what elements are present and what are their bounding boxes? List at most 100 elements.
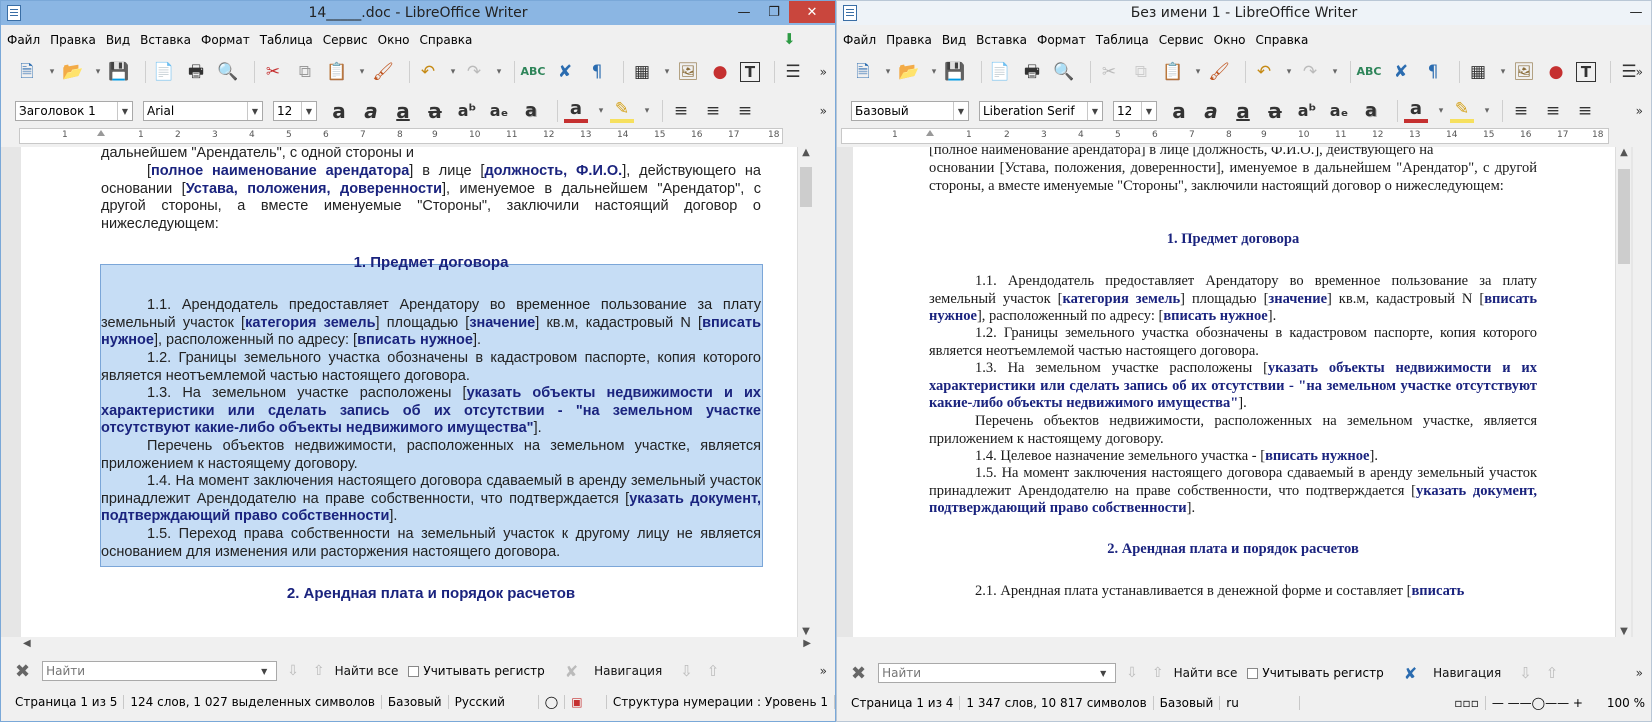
export-pdf-icon[interactable]: 📄 [152, 60, 176, 84]
insert-mode-icon[interactable]: ◯ [539, 695, 566, 709]
nav-up-icon[interactable]: ⇧ [707, 662, 720, 680]
shadow-icon[interactable]: a [1359, 99, 1383, 123]
redo-icon[interactable]: ↷ [1298, 60, 1322, 84]
scroll-up-icon[interactable]: ▲ [1616, 147, 1632, 158]
menu-table[interactable]: Таблица [1096, 33, 1149, 47]
open-icon[interactable]: 📂 [61, 60, 85, 84]
page[interactable]: [полное наименование арендатора] в лице … [853, 147, 1615, 637]
dropdown-icon[interactable]: ▾ [93, 60, 103, 84]
open-icon[interactable]: 📂 [897, 60, 921, 84]
font-name-select[interactable]: Liberation Serif ▼ [979, 101, 1103, 121]
paragraph-style-select[interactable]: Базовый ▼ [851, 101, 969, 121]
chevron-down-icon[interactable]: ▼ [247, 102, 262, 120]
menu-tools[interactable]: Сервис [323, 33, 368, 47]
match-case-checkbox[interactable] [1247, 667, 1259, 679]
toolbar-overflow-icon[interactable]: » [820, 104, 827, 118]
superscript-icon[interactable]: aᵇ [1295, 99, 1319, 123]
cut-icon[interactable]: ✂ [261, 60, 285, 84]
paste-icon[interactable]: 📋 [1161, 60, 1185, 84]
align-right-icon[interactable]: ≡ [733, 99, 757, 123]
font-color-icon[interactable]: a [1404, 98, 1428, 123]
strikethrough-icon[interactable]: a [423, 99, 447, 123]
find-previous-icon[interactable]: ⇩ [287, 663, 299, 679]
underline-icon[interactable]: a [391, 99, 415, 123]
word-count[interactable]: 124 слов, 1 027 выделенных символов [124, 695, 382, 709]
nav-down-icon[interactable]: ⇩ [1519, 664, 1532, 682]
toolbar-overflow-icon[interactable]: » [1636, 666, 1643, 680]
align-left-icon[interactable]: ≡ [669, 99, 693, 123]
bold-icon[interactable]: a [327, 99, 351, 123]
dropdown-icon[interactable]: ▾ [1482, 99, 1492, 123]
menu-insert[interactable]: Вставка [140, 33, 191, 47]
menu-file[interactable]: Файл [843, 33, 876, 47]
minimize-button[interactable]: — [729, 1, 759, 23]
formatting-marks-icon[interactable]: ¶ [585, 60, 609, 84]
chevron-down-icon[interactable]: ▼ [953, 102, 968, 120]
dropdown-icon[interactable]: ▾ [1193, 60, 1203, 84]
toolbar-overflow-icon[interactable]: » [820, 65, 827, 79]
find-previous-icon[interactable]: ⇩ [1126, 665, 1138, 681]
find-input[interactable] [878, 663, 1117, 683]
italic-icon[interactable]: a [359, 99, 383, 123]
horizontal-ruler[interactable]: 1 1 2 3 4 5 6 7 8 9 10 11 12 13 14 15 16… [841, 128, 1609, 144]
zoom-level[interactable]: 100 % [1601, 696, 1651, 710]
undo-icon[interactable]: ↶ [416, 60, 440, 84]
italic-icon[interactable]: a [1199, 99, 1223, 123]
scroll-right-icon[interactable]: ▶ [803, 638, 811, 649]
download-update-icon[interactable]: ⬇ [783, 31, 799, 47]
menu-format[interactable]: Формат [1037, 33, 1086, 47]
dropdown-icon[interactable]: ▾ [1284, 60, 1294, 84]
subscript-icon[interactable]: aₑ [1327, 99, 1351, 123]
superscript-icon[interactable]: aᵇ [455, 99, 479, 123]
chevron-down-icon[interactable]: ▼ [117, 102, 132, 120]
page-style[interactable]: Базовый [382, 695, 449, 709]
page-count[interactable]: Страница 1 из 5 [9, 695, 125, 709]
menu-insert[interactable]: Вставка [976, 33, 1027, 47]
scroll-down-icon[interactable]: ▼ [798, 626, 814, 637]
menu-table[interactable]: Таблица [260, 33, 313, 47]
page[interactable]: дальнейшем "Арендатель", с одной стороны… [21, 147, 811, 637]
menu-edit[interactable]: Правка [50, 33, 96, 47]
formatting-marks-icon[interactable]: ¶ [1421, 60, 1445, 84]
find-all-button[interactable]: Найти все [1174, 666, 1238, 680]
zoom-slider[interactable]: — ——◯—— + [1486, 696, 1601, 710]
dropdown-icon[interactable]: ▾ [1498, 60, 1508, 84]
scroll-up-icon[interactable]: ▲ [798, 147, 814, 158]
language[interactable]: ru [1220, 696, 1300, 710]
find-replace-icon[interactable]: ✘ [1404, 664, 1417, 683]
toolbar-overflow-icon[interactable]: » [1636, 104, 1643, 118]
close-find-icon[interactable]: ✖ [851, 663, 866, 684]
align-right-icon[interactable]: ≡ [1573, 99, 1597, 123]
indent-marker-icon[interactable] [926, 130, 934, 136]
menu-window[interactable]: Окно [1214, 33, 1246, 47]
find-replace-icon[interactable]: ✘ [553, 60, 577, 84]
indent-marker-icon[interactable] [97, 130, 105, 136]
toolbar-overflow-icon[interactable]: » [1636, 65, 1643, 79]
vertical-scrollbar[interactable]: ▲ ▼ [797, 147, 813, 637]
spellcheck-icon[interactable]: ABC [1357, 60, 1382, 84]
menu-format[interactable]: Формат [201, 33, 250, 47]
menu-view[interactable]: Вид [942, 33, 966, 47]
underline-icon[interactable]: a [1231, 99, 1255, 123]
insert-table-icon[interactable]: ▦ [1466, 60, 1490, 84]
minimize-button[interactable]: — [1621, 1, 1651, 23]
scroll-down-icon[interactable]: ▼ [1616, 626, 1632, 637]
page-count[interactable]: Страница 1 из 4 [845, 696, 961, 710]
menu-file[interactable]: Файл [7, 33, 40, 47]
vertical-scrollbar[interactable]: ▲ ▼ [1615, 147, 1631, 637]
print-icon[interactable]: 🖶 [1020, 60, 1044, 84]
insert-table-icon[interactable]: ▦ [630, 60, 654, 84]
align-left-icon[interactable]: ≡ [1509, 99, 1533, 123]
dropdown-icon[interactable]: ▾ [47, 60, 57, 84]
insert-textbox-icon[interactable]: T [1576, 62, 1596, 82]
chevron-down-icon[interactable]: ▼ [261, 667, 275, 676]
new-document-icon[interactable]: 🗎 [851, 60, 875, 84]
spellcheck-icon[interactable]: ABC [521, 60, 546, 84]
save-icon[interactable]: 💾 [943, 60, 967, 84]
toolbar-overflow-icon[interactable]: » [820, 664, 827, 678]
maximize-button[interactable]: ❐ [759, 1, 789, 23]
undo-icon[interactable]: ↶ [1252, 60, 1276, 84]
dropdown-icon[interactable]: ▾ [642, 99, 652, 123]
menu-help[interactable]: Справка [1256, 33, 1309, 47]
chevron-down-icon[interactable]: ▼ [1087, 102, 1102, 120]
